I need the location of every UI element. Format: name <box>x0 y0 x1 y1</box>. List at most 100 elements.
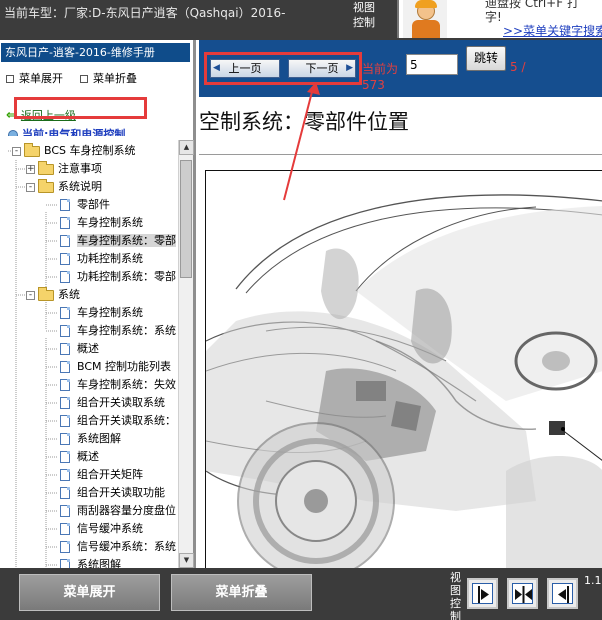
expand-menu-button[interactable]: 菜单展开 <box>19 574 160 611</box>
document-icon <box>60 523 70 535</box>
tree-item-label: 信号缓冲系统 <box>77 522 143 535</box>
tree-item-label: 概述 <box>77 342 99 355</box>
square-icon <box>80 75 88 83</box>
menu-expand-link[interactable]: 菜单展开 <box>6 70 63 86</box>
tree-folder-item[interactable]: - BCS 车身控制系统 <box>12 142 136 160</box>
manual-title: 东风日产-逍客-2016-维修手册 <box>1 43 190 62</box>
tree-item-label: 信号缓冲系统：系统 <box>77 540 176 553</box>
keyword-search-link[interactable]: >>菜单关键字搜索 <box>503 22 602 39</box>
tree-item-label: 系统说明 <box>58 180 102 193</box>
folder-icon <box>38 160 54 175</box>
manual-tree: - BCS 车身控制系统 + 注意事项 - 系统说明 零部件 车身控制系统 车身控制系统：零部功… <box>0 140 178 568</box>
tree-doc-item[interactable]: 组合开关读取系统 <box>60 394 165 412</box>
tree-doc-item[interactable]: BCM 控制功能列表 <box>60 358 171 376</box>
document-icon <box>60 559 70 568</box>
tree-item-label: 车身控制系统：零部 <box>77 234 176 247</box>
tree-item-label: 车身控制系统 <box>77 216 143 229</box>
document-icon <box>60 469 70 481</box>
current-page-label: 当前为 <box>362 62 399 76</box>
collapse-menu-button[interactable]: 菜单折叠 <box>171 574 312 611</box>
tree-doc-item[interactable]: 车身控制系统：系统 <box>60 322 176 340</box>
tree-doc-item[interactable]: 组合开关读取功能 <box>60 484 165 502</box>
page-count: 573 <box>362 78 385 92</box>
tree-doc-item[interactable]: 概述 <box>60 448 99 466</box>
view-control-label: 视图控制 <box>450 571 461 620</box>
scrollbar-thumb[interactable] <box>180 160 192 278</box>
tree-item-label: 功耗控制系统 <box>77 252 143 265</box>
tree-folder-item[interactable]: - 系统 <box>26 286 80 304</box>
document-view: 空制系统：零部件位置 <box>199 97 602 568</box>
document-icon <box>60 199 70 211</box>
document-icon <box>60 505 70 517</box>
document-icon <box>60 361 70 373</box>
tree-scrollbar[interactable]: ▲ ▼ <box>178 140 194 568</box>
tree-item-label: 概述 <box>77 450 99 463</box>
tree-item-label: 组合开关矩阵 <box>77 468 143 481</box>
tree-doc-item[interactable]: 概述 <box>60 340 99 358</box>
expand-toggle-icon[interactable]: + <box>26 164 35 174</box>
page-title: 空制系统：零部件位置 <box>199 110 409 134</box>
current-category-link[interactable]: 当前:电气和电源控制 <box>8 126 125 136</box>
tree-item-label: 注意事项 <box>58 162 102 175</box>
view-control-label[interactable]: 视图控制 <box>353 0 383 30</box>
page-number-input[interactable] <box>406 54 458 75</box>
view-split-button[interactable] <box>507 578 538 609</box>
page-total: 5 / <box>510 60 526 74</box>
tree-item-label: 组合开关读取功能 <box>77 486 165 499</box>
navigation-panel: 东风日产-逍客-2016-维修手册 菜单展开 菜单折叠 ⇐ 返回上一级 当前:电气… <box>0 40 196 568</box>
tree-item-label: 系统图解 <box>77 558 121 568</box>
jump-button[interactable]: 跳转 <box>466 46 506 71</box>
tree-doc-item[interactable]: 系统图解 <box>60 430 121 448</box>
view-left-button[interactable] <box>467 578 498 609</box>
tree-doc-item[interactable]: 信号缓冲系统：系统 <box>60 538 176 556</box>
tree-folder-item[interactable]: + 注意事项 <box>26 160 102 178</box>
tree-doc-item[interactable]: 信号缓冲系统 <box>60 520 143 538</box>
vehicle-title: 当前车型：厂家:D-东风日产逍客（Qashqai）2016- <box>4 6 286 20</box>
tree-doc-item[interactable]: 零部件 <box>60 196 110 214</box>
tree-doc-item[interactable]: 系统图解 <box>60 556 121 568</box>
tree-doc-item[interactable]: 组合开关读取系统： <box>60 412 176 430</box>
tree-item-label: 系统 <box>58 288 80 301</box>
tree-doc-item[interactable]: 功耗控制系统：零部 <box>60 268 176 286</box>
view-left-icon <box>472 583 493 604</box>
tree-doc-item[interactable]: 功耗控制系统 <box>60 250 143 268</box>
document-icon <box>60 433 70 445</box>
document-icon <box>60 451 70 463</box>
document-icon <box>60 415 70 427</box>
tree-item-label: 零部件 <box>77 198 110 211</box>
tree-doc-item[interactable]: 雨刮器容量分度盘位 <box>60 502 176 520</box>
document-icon <box>60 541 70 553</box>
expand-toggle-icon[interactable]: - <box>26 182 35 192</box>
tree-item-label: BCM 控制功能列表 <box>77 360 172 373</box>
nav-highlight-box <box>204 52 362 85</box>
scroll-up-icon[interactable]: ▲ <box>179 140 194 155</box>
document-icon <box>60 307 70 319</box>
title-divider <box>199 154 602 155</box>
folder-icon <box>38 178 54 193</box>
tree-doc-item[interactable]: 组合开关矩阵 <box>60 466 143 484</box>
view-right-button[interactable] <box>547 578 578 609</box>
square-icon <box>6 75 14 83</box>
expand-toggle-icon[interactable]: - <box>26 290 35 300</box>
scroll-down-icon[interactable]: ▼ <box>179 553 194 568</box>
tree-doc-item[interactable]: 车身控制系统：零部 <box>60 232 176 250</box>
tree-doc-item[interactable]: 车身控制系统 <box>60 214 143 232</box>
tree-item-label: 系统图解 <box>77 432 121 445</box>
document-icon <box>60 253 70 265</box>
promo-banner: 迪盘按 Ctrl+F 打 字! >>菜单关键字搜索 <box>397 0 602 38</box>
tree-item-label: BCS 车身控制系统 <box>44 144 136 157</box>
tree-folder-item[interactable]: - 系统说明 <box>26 178 102 196</box>
menu-collapse-label: 菜单折叠 <box>93 72 137 85</box>
document-icon <box>60 235 70 247</box>
menu-collapse-link[interactable]: 菜单折叠 <box>80 70 137 86</box>
tree-doc-item[interactable]: 车身控制系统 <box>60 304 143 322</box>
menu-expand-label: 菜单展开 <box>19 72 63 85</box>
tree-doc-item[interactable]: 车身控制系统：失效 <box>60 376 176 394</box>
tree-highlight-box <box>14 97 147 119</box>
expand-toggle-icon[interactable]: - <box>12 146 21 156</box>
tree-item-label: 组合开关读取系统 <box>77 396 165 409</box>
top-header: 当前车型：厂家:D-东风日产逍客（Qashqai）2016- 视图控制 迪盘按 … <box>0 0 602 40</box>
document-icon <box>60 217 70 229</box>
document-icon <box>60 271 70 283</box>
view-right-icon <box>552 583 573 604</box>
